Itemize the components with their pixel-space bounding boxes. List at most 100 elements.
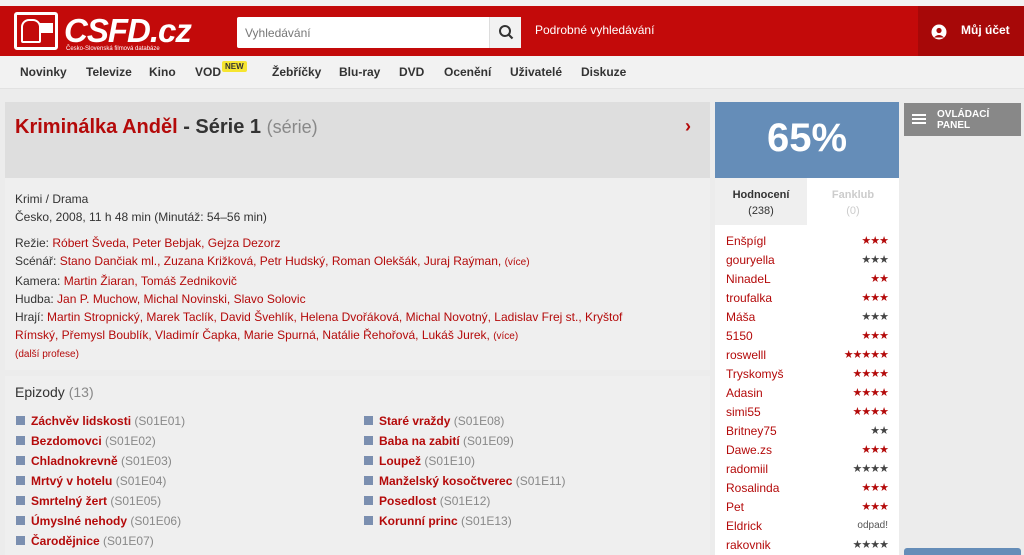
site-logo[interactable]: CSFD.cz Česko-Slovenská filmová databáze [14,12,192,54]
screenplay-names[interactable]: Stano Dančiak ml., Zuzana Križková, Petr… [60,254,502,268]
user-name-link[interactable]: Britney75 [726,424,777,438]
episode-item[interactable]: Korunní princ (S01E13) [364,514,512,528]
camera-row: Kamera: Martin Žiaran, Tomáš Zednikovič [15,272,705,290]
vod-new-badge: NEW [222,61,247,72]
nav-oceneni[interactable]: Ocenění [444,65,491,79]
user-name-link[interactable]: rakovnik [726,538,771,552]
episode-code: (S01E04) [115,474,167,488]
nav-dvd[interactable]: DVD [399,65,424,79]
episode-item[interactable]: Manželský kosočtverec (S01E11) [364,474,566,488]
episode-bullet-icon [16,516,25,525]
cast-names-1[interactable]: Martin Stropnický, Marek Taclík, David Š… [47,310,622,324]
nav-zebricky[interactable]: Žebříčky [272,65,321,79]
episode-item[interactable]: Záchvěv lidskosti (S01E01) [16,414,185,428]
episode-item[interactable]: Čarodějnice (S01E07) [16,534,154,548]
hamburger-icon [912,114,926,124]
user-ratings-list: Enšpígl ★★★ gouryella ★★★ NinadeL ★★ troufalka… [715,225,899,555]
user-name-link[interactable]: Enšpígl [726,234,766,248]
cast-names-2[interactable]: Rímský, Přemysl Boublík, Vladimír Čapka,… [15,328,490,342]
account-button[interactable]: Můj účet [918,6,1024,56]
episode-name[interactable]: Bezdomovci [31,434,102,448]
user-name-link[interactable]: roswelll [726,348,766,362]
nav-bluray[interactable]: Blu-ray [339,65,380,79]
directing-label: Režie: [15,236,50,250]
directing-names[interactable]: Róbert Šveda, Peter Bebjak, Gejza Dezorz [52,236,280,250]
title-main-link[interactable]: Kriminálka Anděl [15,116,178,138]
episode-name[interactable]: Korunní princ [379,514,458,528]
camera-names[interactable]: Martin Žiaran, Tomáš Zednikovič [64,274,237,288]
user-name-link[interactable]: Rosalinda [726,481,779,495]
episode-bullet-icon [364,516,373,525]
user-rating-row: Dawe.zs ★★★ [726,441,889,460]
episode-name[interactable]: Baba na zabití [379,434,460,448]
nav-diskuze[interactable]: Diskuze [581,65,626,79]
film-details: Krimi / Drama Česko, 2008, 11 h 48 min (… [15,190,705,364]
star-rating-icon: ★★★★ [852,368,889,380]
episode-name[interactable]: Posedlost [379,494,436,508]
nav-kino[interactable]: Kino [149,65,176,79]
user-name-link[interactable]: Adasin [726,386,763,400]
tab-ratings[interactable]: Hodnocení (238) [715,178,807,225]
title-separator: - [177,116,196,138]
episode-name[interactable]: Mrtvý v hotelu [31,474,112,488]
episode-code: (S01E08) [453,414,505,428]
episode-name[interactable]: Čarodějnice [31,534,100,548]
episode-item[interactable]: Baba na zabití (S01E09) [364,434,514,448]
chevron-right-icon[interactable]: › [685,116,691,137]
control-panel-label: OVLÁDACÍ PANEL [937,109,990,131]
episode-name[interactable]: Smrtelný žert [31,494,107,508]
episodes-title: Epizody [15,384,65,400]
episode-item[interactable]: Posedlost (S01E12) [364,494,490,508]
user-name-link[interactable]: Tryskomyš [726,367,784,381]
episode-bullet-icon [364,476,373,485]
episode-name[interactable]: Loupež [379,454,421,468]
episode-name[interactable]: Úmyslné nehody [31,514,127,528]
episode-item[interactable]: Mrtvý v hotelu (S01E04) [16,474,166,488]
search-button[interactable] [489,17,521,48]
nav-vod[interactable]: VOD [195,65,221,79]
music-names[interactable]: Jan P. Muchow, Michal Novinski, Slavo So… [57,292,306,306]
film-title-bar: Kriminálka Anděl - Série 1 (série) › [5,102,710,178]
top-bar: CSFD.cz Česko-Slovenská filmová databáze… [0,0,1024,56]
episode-item[interactable]: Bezdomovci (S01E02) [16,434,156,448]
rating-text: odpad! [857,520,888,531]
episode-bullet-icon [364,456,373,465]
user-name-link[interactable]: Dawe.zs [726,443,772,457]
episode-bullet-icon [364,496,373,505]
advanced-search-link[interactable]: Podrobné vyhledávání [535,23,654,37]
star-rating-icon: ★★★ [861,444,889,456]
episode-item[interactable]: Úmyslné nehody (S01E06) [16,514,181,528]
nav-televize[interactable]: Televize [86,65,132,79]
user-name-link[interactable]: radomiil [726,462,768,476]
episode-name[interactable]: Záchvěv lidskosti [31,414,131,428]
star-rating-icon: ★★★★ [852,406,889,418]
star-rating-icon: ★★★ [861,311,889,323]
episode-name[interactable]: Staré vraždy [379,414,450,428]
control-panel-button[interactable]: OVLÁDACÍ PANEL [904,103,1021,136]
user-name-link[interactable]: Eldrick [726,519,762,533]
episode-item[interactable]: Staré vraždy (S01E08) [364,414,504,428]
episode-code: (S01E11) [515,474,566,488]
nav-uzivatele[interactable]: Uživatelé [510,65,562,79]
user-name-link[interactable]: Pet [726,500,744,514]
episode-item[interactable]: Smrtelný žert (S01E05) [16,494,161,508]
nav-novinky[interactable]: Novinky [20,65,67,79]
episode-name[interactable]: Manželský kosočtverec [379,474,512,488]
user-name-link[interactable]: troufalka [726,291,772,305]
other-professions-link[interactable]: (další profese) [15,346,705,364]
title-series: Série 1 [195,116,262,138]
user-name-link[interactable]: gouryella [726,253,775,267]
user-name-link[interactable]: 5150 [726,329,753,343]
episode-item[interactable]: Chladnokrevně (S01E03) [16,454,172,468]
user-name-link[interactable]: Máša [726,310,755,324]
user-name-link[interactable]: NinadeL [726,272,771,286]
tab-fanclub[interactable]: Fanklub (0) [807,178,899,225]
user-rating-row: 5150 ★★★ [726,327,889,346]
screenplay-more-link[interactable]: (více) [505,257,530,268]
episode-name[interactable]: Chladnokrevně [31,454,118,468]
music-row: Hudba: Jan P. Muchow, Michal Novinski, S… [15,290,705,308]
search-input[interactable] [237,17,487,48]
cast-more-link[interactable]: (více) [493,331,518,342]
episode-item[interactable]: Loupež (S01E10) [364,454,475,468]
user-name-link[interactable]: simi55 [726,405,761,419]
